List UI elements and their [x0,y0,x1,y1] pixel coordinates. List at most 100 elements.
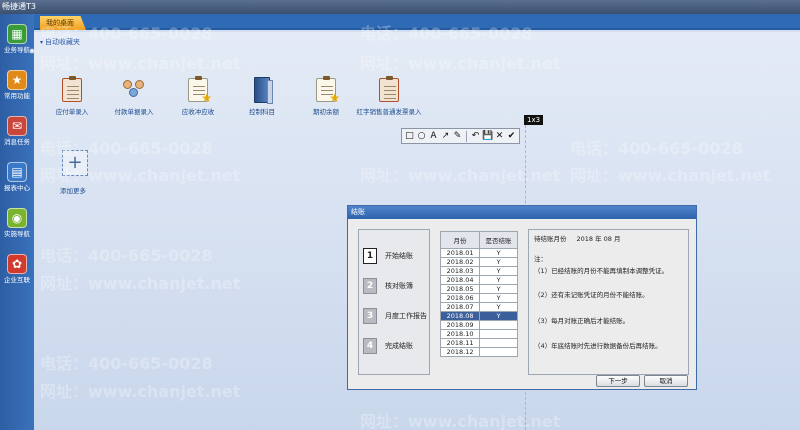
toolbar-divider [466,130,467,142]
tab-my-desktop[interactable]: 我的桌面 [40,16,86,30]
table-row[interactable]: 2018.03 Y [439,266,518,276]
shortcut-label: 应收冲应收 [181,108,215,116]
month-table: 月份 是否结账 2018.01 Y 2018.02 Y 2018.03 Y 2018.04 Y… [439,231,518,357]
month-cell: 2018.03 [439,266,481,276]
add-more-button[interactable]: + [62,150,88,176]
shortcut-opening-balance[interactable]: ★ 期初余额 [294,76,358,116]
wizard-steps: 1 开始结账 2 核对账簿 3 月度工作报告 4 完成结账 [358,229,430,375]
confirm-check-icon[interactable]: ✔ [506,130,517,143]
closed-flag-cell [479,347,518,357]
table-row[interactable]: 2018.08 Y [439,311,518,321]
pending-month-label: 待结账月份 [534,235,567,243]
shortcut-red-sales-invoice[interactable]: 红字销售普通发票录入 [356,76,422,116]
shortcut-label: 控制科目 [249,108,275,116]
pending-month-value: 2018 年 08 月 [576,235,621,243]
save-icon[interactable]: 💾 [482,130,493,143]
task-icon: ✉ [7,116,27,136]
people-icon [121,76,147,104]
step-number: 2 [363,278,377,294]
month-cell: 2018.06 [439,293,481,303]
sidebar-item-label: 报表中心 [4,184,30,192]
note-title: 注： [534,255,547,263]
month-cell: 2018.12 [439,347,481,357]
chevron-down-icon: ▾ [40,39,44,46]
table-row[interactable]: 2018.11 [439,338,518,348]
shortcut-label: 红字销售普通发票录入 [356,108,422,116]
book-icon [249,76,275,104]
capture-size-badge: 1x3 [524,115,544,125]
pending-month-row: 待结账月份 2018 年 08 月 [534,234,683,244]
table-row[interactable]: 2018.12 [439,347,518,357]
add-more-label[interactable]: 添加更多 [60,185,86,195]
ellipse-tool-icon[interactable]: ○ [416,130,427,143]
table-row[interactable]: 2018.07 Y [439,302,518,312]
sidebar-item-report-center[interactable]: ▤ 报表中心 [0,158,34,200]
shortcut-control-account[interactable]: 控制科目 [230,76,294,116]
next-step-button[interactable]: 下一步 [596,375,640,387]
closed-flag-cell: Y [479,311,518,321]
sidebar-item-message-tasks[interactable]: ✉ 消息任务 [0,112,34,154]
enterprise-link-icon: ✿ [7,254,27,274]
step-number: 1 [363,248,377,264]
sidebar-item-business-nav[interactable]: ▦ 业务导航 [0,20,34,62]
report-icon: ▤ [7,162,27,182]
step-number: 4 [363,338,377,354]
step-label: 月度工作报告 [385,312,427,320]
note-3: （3）每月对账正确后才能结账。 [534,317,630,325]
table-row[interactable]: 2018.01 Y [439,248,518,258]
table-row[interactable]: 2018.10 [439,329,518,339]
business-nav-icon: ▦ [7,24,27,44]
sidebar-item-implement-nav[interactable]: ◉ 实施导航 [0,204,34,246]
table-row[interactable]: 2018.06 Y [439,293,518,303]
undo-icon[interactable]: ↶ [470,130,481,143]
closed-flag-cell: Y [479,302,518,312]
step-label: 完成结账 [385,342,413,350]
month-cell: 2018.08 [439,311,481,321]
note-1: （1）已经结账的月份不能再填制本调整凭证。 [534,267,669,275]
star-icon: ★ [7,70,27,90]
shortcut-label: 付款单据录入 [114,108,154,116]
closed-flag-cell [479,338,518,348]
month-cell: 2018.01 [439,248,481,258]
arrow-tool-icon[interactable]: ↗ [440,130,451,143]
closed-flag-cell: Y [479,266,518,276]
month-cell: 2018.04 [439,275,481,285]
sidebar-item-common-functions[interactable]: ★ 常用功能 [0,66,34,108]
closed-flag-cell [479,329,518,339]
rectangle-tool-icon[interactable]: □ [404,130,415,143]
sidebar-item-enterprise-link[interactable]: ✿ 企业互联 [0,250,34,292]
month-cell: 2018.05 [439,284,481,294]
pen-tool-icon[interactable]: ✎ [452,130,463,143]
table-row[interactable]: 2018.05 Y [439,284,518,294]
table-row[interactable]: 2018.04 Y [439,275,518,285]
info-panel: 待结账月份 2018 年 08 月 注： （1）已经结账的月份不能再填制本调整凭… [528,229,689,375]
dialog-title[interactable]: 结账 [348,206,696,219]
dialog-body: 1 开始结账 2 核对账簿 3 月度工作报告 4 完成结账 月份 是否结账 20… [348,219,696,389]
shortcut-receivable-offset[interactable]: ★ 应收冲应收 [166,76,230,116]
month-cell: 2018.11 [439,338,481,348]
shortcut-payable-entry[interactable]: 应付单录入 [40,76,104,116]
note-4: （4）年底结账时先进行数据备份后再结账。 [534,342,662,350]
plus-icon: + [67,152,83,173]
close-icon[interactable]: ✕ [494,130,505,143]
document-star-icon: ★ [185,76,212,104]
shortcut-payment-entry[interactable]: 付款单据录入 [102,76,166,116]
favorites-header[interactable]: ▾ 自动收藏夹 [40,36,80,48]
document-star-icon: ★ [313,76,340,104]
table-row[interactable]: 2018.02 Y [439,257,518,267]
closed-flag-cell [479,320,518,330]
app-title: 畅捷通T3 [2,2,36,11]
sidebar-item-label: 企业互联 [4,276,30,284]
cancel-button[interactable]: 取消 [644,375,688,387]
column-header-month: 月份 [439,231,481,249]
implement-nav-icon: ◉ [7,208,27,228]
text-tool-icon[interactable]: A [428,130,439,143]
close-period-dialog: 结账 1 开始结账 2 核对账簿 3 月度工作报告 4 完成结账 月份 是否结账… [347,205,697,390]
note-2: （2）还有未记账凭证的月份不能结账。 [534,291,649,299]
capture-toolbar: □ ○ A ↗ ✎ ↶ 💾 ✕ ✔ [401,128,520,144]
month-cell: 2018.10 [439,329,481,339]
table-row[interactable]: 2018.09 [439,320,518,330]
sidebar: ▦ 业务导航 ★ 常用功能 ✉ 消息任务 ▤ 报表中心 ◉ 实施导航 ✿ 企业互… [0,14,35,430]
shortcut-label: 期初余额 [313,108,339,116]
month-cell: 2018.07 [439,302,481,312]
